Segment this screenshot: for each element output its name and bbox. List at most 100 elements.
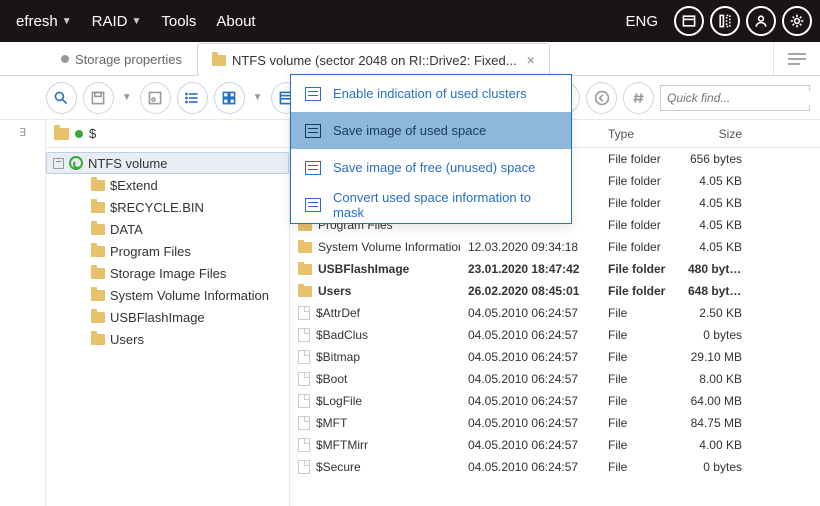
file-type: File folder [600, 152, 680, 166]
tree-label: DATA [110, 222, 143, 237]
file-row[interactable]: System Volume Information12.03.2020 09:3… [290, 236, 820, 258]
file-name: Users [318, 284, 351, 298]
search-icon[interactable] [46, 82, 77, 114]
file-name: $Secure [316, 460, 361, 474]
dropdown-item[interactable]: Save image of used space [291, 112, 571, 149]
user-icon[interactable] [746, 6, 776, 36]
file-type: File folder [600, 240, 680, 254]
file-icon [298, 306, 310, 320]
dropdown-item[interactable]: Convert used space information to mask [291, 186, 571, 223]
file-date: 04.05.2010 06:24:57 [460, 328, 600, 342]
file-type: File [600, 394, 680, 408]
file-date: 04.05.2010 06:24:57 [460, 372, 600, 386]
dropdown-item[interactable]: Save image of free (unused) space [291, 149, 571, 186]
file-icon [298, 350, 310, 364]
file-date: 12.03.2020 09:34:18 [460, 240, 600, 254]
dropdown-label: Convert used space information to mask [333, 190, 557, 220]
menubar: efresh▼ RAID▼ Tools About ENG [0, 0, 820, 42]
menu-raid[interactable]: RAID▼ [84, 9, 150, 34]
file-type: File [600, 416, 680, 430]
volume-icon [69, 156, 83, 170]
col-header-size[interactable]: Size [680, 127, 760, 141]
file-row[interactable]: Users26.02.2020 08:45:01File folder648 b… [290, 280, 820, 302]
menu-about[interactable]: About [208, 9, 263, 34]
list-icon [305, 161, 321, 175]
tab-label: Storage properties [75, 52, 182, 67]
tree-item[interactable]: Users [46, 328, 289, 350]
file-type: File [600, 372, 680, 386]
tree-root[interactable]: − NTFS volume [46, 152, 289, 174]
file-row[interactable]: $MFTMirr04.05.2010 06:24:57File4.00 KB [290, 434, 820, 456]
tree-item[interactable]: DATA [46, 218, 289, 240]
tab-ntfs-volume[interactable]: NTFS volume (sector 2048 on RI::Drive2: … [197, 43, 550, 76]
collapse-icon[interactable]: − [53, 158, 64, 169]
file-date: 04.05.2010 06:24:57 [460, 460, 600, 474]
file-icon [298, 394, 310, 408]
file-name: $AttrDef [316, 306, 360, 320]
file-row[interactable]: $LogFile04.05.2010 06:24:57File64.00 MB [290, 390, 820, 412]
file-size: 0 bytes [680, 460, 760, 474]
folder-icon [91, 246, 105, 257]
tree-item[interactable]: USBFlashImage [46, 306, 289, 328]
file-row[interactable]: $Bitmap04.05.2010 06:24:57File29.10 MB [290, 346, 820, 368]
folder-icon [298, 242, 312, 253]
tree-item[interactable]: System Volume Information [46, 284, 289, 306]
file-row[interactable]: USBFlashImage23.01.2020 18:47:42File fol… [290, 258, 820, 280]
tab-label: NTFS volume (sector 2048 on RI::Drive2: … [232, 53, 517, 68]
col-header-type[interactable]: Type [600, 127, 680, 141]
menu-tools[interactable]: Tools [153, 9, 204, 34]
file-row[interactable]: $AttrDef04.05.2010 06:24:57File2.50 KB [290, 302, 820, 324]
file-row[interactable]: $Boot04.05.2010 06:24:57File8.00 KB [290, 368, 820, 390]
tabs-menu-icon[interactable] [773, 42, 820, 75]
save-icon[interactable] [83, 82, 114, 114]
file-icon [298, 372, 310, 386]
back-icon[interactable] [586, 82, 617, 114]
tree-item[interactable]: $RECYCLE.BIN [46, 196, 289, 218]
save-dropdown-icon[interactable]: ▼ [120, 92, 134, 103]
file-type: File folder [600, 262, 680, 276]
file-type: File folder [600, 218, 680, 232]
file-size: 84.75 MB [680, 416, 760, 430]
tree-item[interactable]: Program Files [46, 240, 289, 262]
file-name: $Boot [316, 372, 347, 386]
file-size: 64.00 MB [680, 394, 760, 408]
language-selector[interactable]: ENG [615, 9, 668, 34]
file-row[interactable]: $MFT04.05.2010 06:24:57File84.75 MB [290, 412, 820, 434]
folder-icon [91, 224, 105, 235]
file-date: 23.01.2020 18:47:42 [460, 262, 600, 276]
window-icon[interactable] [674, 6, 704, 36]
tree-item[interactable]: Storage Image Files [46, 262, 289, 284]
file-row[interactable]: $BadClus04.05.2010 06:24:57File0 bytes [290, 324, 820, 346]
folder-icon [91, 202, 105, 213]
left-gutter: ∃ [0, 120, 46, 506]
file-size: 4.05 KB [680, 218, 760, 232]
grid-icon[interactable] [214, 82, 245, 114]
tree-panel: $ − NTFS volume $Extend$RECYCLE.BINDATAP… [46, 120, 290, 506]
hash-icon[interactable] [623, 82, 654, 114]
tree-label: Users [110, 332, 144, 347]
grid-dropdown-icon[interactable]: ▼ [251, 92, 265, 103]
file-type: File [600, 460, 680, 474]
panel-icon[interactable] [710, 6, 740, 36]
tab-storage-properties[interactable]: Storage properties [46, 42, 197, 75]
status-dot-icon [75, 130, 83, 138]
close-icon[interactable]: × [527, 52, 535, 68]
folder-icon [91, 290, 105, 301]
gear-icon[interactable] [782, 6, 812, 36]
file-date: 26.02.2020 08:45:01 [460, 284, 600, 298]
quick-find-input[interactable] [661, 91, 820, 105]
menu-refresh[interactable]: efresh▼ [8, 9, 80, 34]
file-type: File folder [600, 174, 680, 188]
file-type: File [600, 328, 680, 342]
file-row[interactable]: $Secure 04.05.2010 06:24:57File0 bytes [290, 456, 820, 478]
file-size: 2.50 KB [680, 306, 760, 320]
folder-icon [212, 55, 226, 66]
gutter-marker: ∃ [0, 120, 45, 144]
list-icon[interactable] [177, 82, 208, 114]
dropdown-item[interactable]: Enable indication of used clusters [291, 75, 571, 112]
file-date: 04.05.2010 06:24:57 [460, 306, 600, 320]
file-size: 4.05 KB [680, 240, 760, 254]
tabs-row: Storage properties NTFS volume (sector 2… [0, 42, 820, 76]
tree-item[interactable]: $Extend [46, 174, 289, 196]
preview-icon[interactable] [140, 82, 171, 114]
